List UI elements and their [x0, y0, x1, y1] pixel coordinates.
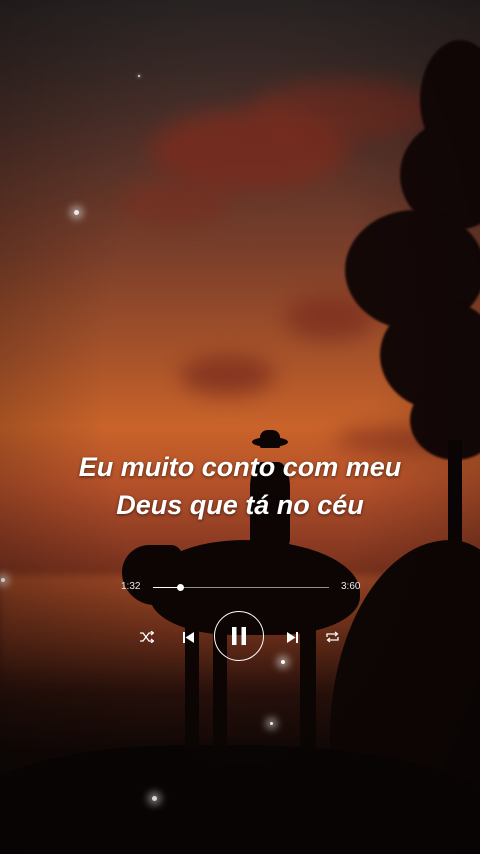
lyric-video-frame: Eu muito conto com meu Deus que tá no cé… — [0, 0, 480, 854]
repeat-button[interactable] — [323, 628, 341, 646]
lyrics-text: Eu muito conto com meu Deus que tá no cé… — [0, 448, 480, 524]
elapsed-time: 1:32 — [121, 581, 141, 592]
lyrics-line-2: Deus que tá no céu — [116, 490, 364, 520]
pause-icon — [232, 627, 246, 645]
repeat-icon — [325, 631, 339, 643]
progress-knob[interactable] — [177, 584, 185, 591]
pause-button[interactable] — [214, 611, 264, 661]
next-button[interactable] — [283, 628, 301, 646]
skip-next-icon — [286, 631, 298, 643]
shuffle-button[interactable] — [138, 628, 156, 646]
lyrics-line-1: Eu muito conto com meu — [78, 452, 402, 482]
shuffle-icon — [140, 631, 154, 643]
music-player: 1:32 3:60 — [0, 578, 480, 678]
total-duration: 3:60 — [341, 581, 361, 592]
previous-button[interactable] — [179, 628, 197, 646]
progress-fill — [153, 587, 181, 588]
progress-bar[interactable] — [153, 584, 329, 591]
skip-previous-icon — [182, 631, 194, 643]
vignette-overlay — [0, 0, 480, 854]
